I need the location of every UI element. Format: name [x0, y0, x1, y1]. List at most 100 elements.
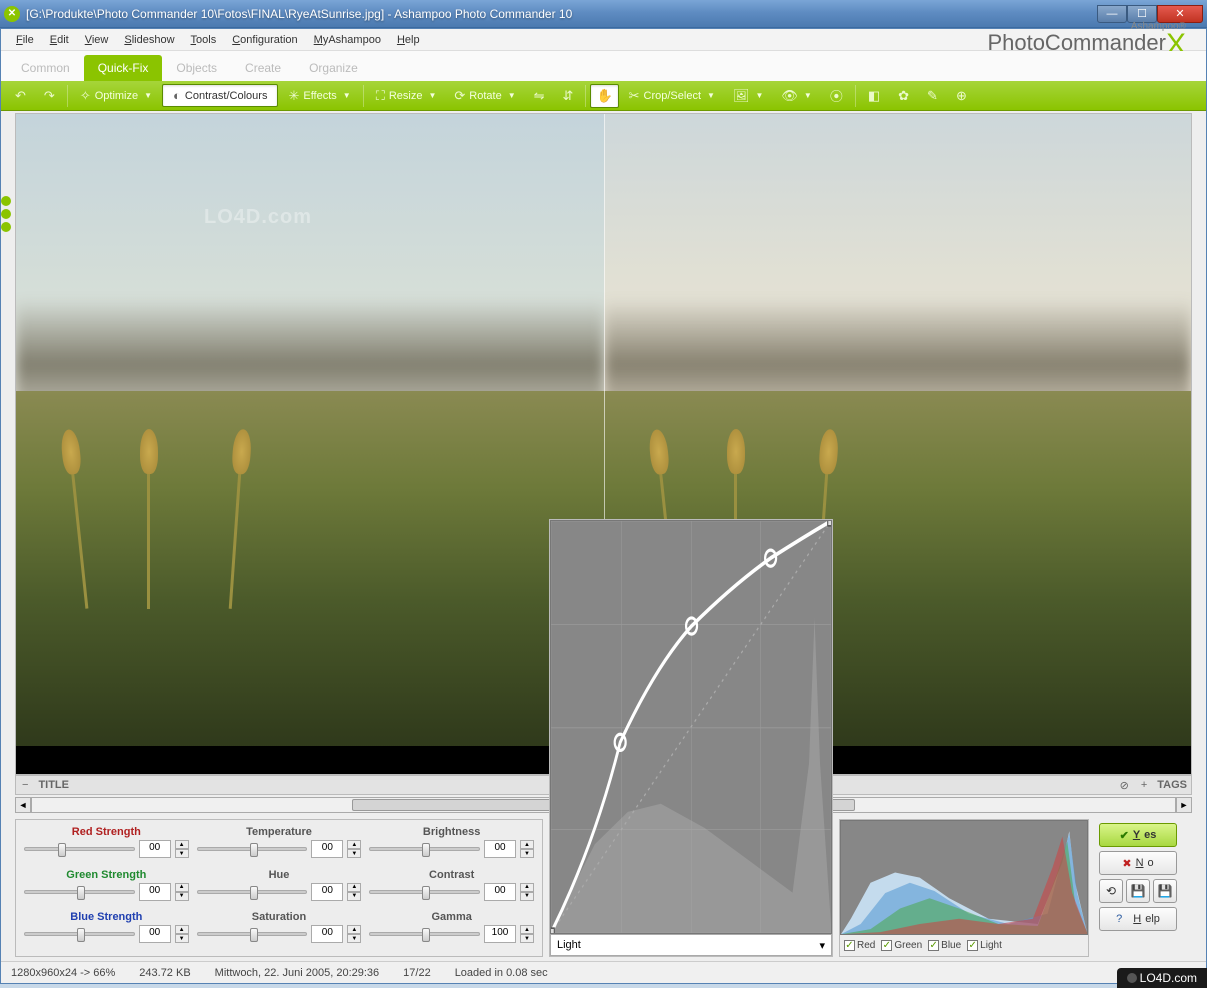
- optimize-button[interactable]: ✧Optimize▼: [72, 84, 160, 108]
- rotate-button[interactable]: ⟳Rotate▼: [446, 84, 523, 108]
- status-index: 17/22: [403, 967, 431, 979]
- contrast-icon: ◐: [173, 88, 181, 103]
- undo-button[interactable]: ↶: [7, 84, 34, 108]
- slider-brightness: Brightness 00▲▼: [365, 824, 538, 867]
- window-close-button[interactable]: ✕: [1157, 5, 1203, 23]
- tone-curve-panel: Light▾: [549, 519, 833, 957]
- preview-before: LO4D.com: [16, 114, 604, 774]
- title-label: TITLE: [34, 779, 73, 791]
- scroll-right-button[interactable]: ►: [1176, 797, 1192, 813]
- wand-icon: ✧: [80, 88, 91, 104]
- title-clear-button[interactable]: ⊘: [1114, 779, 1135, 792]
- brush-button[interactable]: ✎: [919, 84, 946, 108]
- tags-add-button[interactable]: +: [1135, 779, 1153, 792]
- menu-myashampoo[interactable]: MyAshampoo: [307, 32, 388, 48]
- reset-button[interactable]: ⟲: [1099, 879, 1123, 903]
- tab-organize[interactable]: Organize: [295, 55, 372, 81]
- spin-down[interactable]: ▼: [175, 849, 189, 858]
- effects-icon: ✳: [288, 88, 299, 104]
- title-collapse-button[interactable]: −: [16, 779, 34, 791]
- scroll-left-button[interactable]: ◄: [15, 797, 31, 813]
- histogram-check-blue[interactable]: ✓Blue: [928, 940, 961, 951]
- eye-tool-button[interactable]: 👁▼: [773, 84, 819, 108]
- status-dimensions: 1280x960x24 -> 66%: [11, 967, 115, 979]
- no-button[interactable]: ✖No: [1099, 851, 1177, 875]
- tab-objects[interactable]: Objects: [162, 55, 231, 81]
- refresh-icon: ⟲: [1106, 884, 1116, 898]
- eraser-icon: ◧: [868, 88, 880, 104]
- window-maximize-button[interactable]: ☐: [1127, 5, 1157, 23]
- menu-help[interactable]: Help: [390, 32, 427, 48]
- undo-icon: ↶: [15, 88, 26, 104]
- save-as-button[interactable]: 💾: [1153, 879, 1177, 903]
- menu-tools[interactable]: Tools: [184, 32, 224, 48]
- spin-up[interactable]: ▲: [175, 840, 189, 849]
- help-button[interactable]: ? Help: [1099, 907, 1177, 931]
- menubar: File Edit View Slideshow Tools Configura…: [1, 29, 1206, 51]
- help-icon: ?: [1116, 913, 1122, 925]
- redo-button[interactable]: ↷: [36, 84, 63, 108]
- save-icon: 💾: [1131, 884, 1146, 898]
- main-tabs: Common Quick-Fix Objects Create Organize: [1, 51, 1206, 81]
- histogram-panel: ✓Red ✓Green ✓Blue ✓Light: [839, 819, 1089, 957]
- watermark: LO4D.com: [204, 206, 312, 229]
- histogram-check-red[interactable]: ✓Red: [844, 940, 875, 951]
- redeye-tool-button[interactable]: ⦿: [822, 82, 851, 109]
- histogram-check-green[interactable]: ✓Green: [881, 940, 922, 951]
- histogram-check-light[interactable]: ✓Light: [967, 940, 1002, 951]
- left-rail: [1, 193, 13, 235]
- eye-icon: 👁: [781, 88, 798, 104]
- window-title: [G:\Produkte\Photo Commander 10\Fotos\FI…: [26, 7, 1097, 21]
- resize-button[interactable]: ⛶Resize▼: [368, 84, 445, 108]
- workspace: LO4D.com − TITLE ⊘ + TAGS ◄: [1, 111, 1206, 983]
- cross-icon: ✖: [1122, 857, 1131, 870]
- target-icon: ⊕: [956, 88, 967, 104]
- save-button[interactable]: 💾: [1126, 879, 1150, 903]
- menu-view[interactable]: View: [78, 32, 116, 48]
- menu-edit[interactable]: Edit: [43, 32, 76, 48]
- slider-temperature: Temperature 00▲▼: [193, 824, 366, 867]
- tone-curve-canvas[interactable]: [550, 520, 832, 934]
- action-buttons: ✔Yes ✖No ⟲ 💾 💾 ? Help: [1095, 819, 1181, 957]
- brush-icon: ✎: [927, 88, 938, 104]
- image-tool-button[interactable]: 🖼▼: [725, 84, 771, 108]
- flip-v-button[interactable]: ⇵: [555, 84, 582, 108]
- flip-horizontal-icon: ⇋: [534, 88, 545, 104]
- effects-button[interactable]: ✳Effects▼: [280, 84, 358, 108]
- flip-h-button[interactable]: ⇋: [526, 84, 553, 108]
- menu-slideshow[interactable]: Slideshow: [117, 32, 181, 48]
- chevron-down-icon: ▾: [819, 939, 825, 952]
- target-button[interactable]: ⊕: [948, 84, 975, 108]
- sliders-panel: Red Strength 00▲▼ Temperature 00▲▼ Brigh…: [15, 819, 543, 957]
- tab-create[interactable]: Create: [231, 55, 295, 81]
- slider-saturation: Saturation 00▲▼: [193, 909, 366, 952]
- redo-icon: ↷: [44, 88, 55, 104]
- status-filesize: 243.72 KB: [139, 967, 190, 979]
- slider-blue-strength: Blue Strength 00▲▼: [20, 909, 193, 952]
- resize-icon: ⛶: [376, 88, 385, 104]
- clone-button[interactable]: ✿: [890, 84, 917, 108]
- lo4d-badge: LO4D.com: [1117, 968, 1207, 988]
- slider-red-strength: Red Strength 00▲▼: [20, 824, 193, 867]
- tab-common[interactable]: Common: [7, 55, 84, 81]
- hand-tool-button[interactable]: ✋: [590, 84, 618, 108]
- redeye-icon: ⦿: [830, 86, 843, 105]
- yes-button[interactable]: ✔Yes: [1099, 823, 1177, 847]
- flip-vertical-icon: ⇵: [563, 88, 574, 104]
- tab-quick-fix[interactable]: Quick-Fix: [84, 55, 163, 81]
- status-loadtime: Loaded in 0.08 sec: [455, 967, 548, 979]
- image-icon: 🖼: [733, 88, 750, 104]
- curve-preset-select[interactable]: Light▾: [550, 934, 832, 956]
- slider-green-strength: Green Strength 00▲▼: [20, 867, 193, 910]
- slider-hue: Hue 00▲▼: [193, 867, 366, 910]
- quickfix-toolbar: ↶ ↷ ✧Optimize▼ ◐Contrast/Colours ✳Effect…: [1, 81, 1206, 111]
- status-date: Mittwoch, 22. Juni 2005, 20:29:36: [215, 967, 380, 979]
- crop-select-button[interactable]: ✂Crop/Select▼: [621, 84, 723, 108]
- menu-configuration[interactable]: Configuration: [225, 32, 304, 48]
- menu-file[interactable]: File: [9, 32, 41, 48]
- slider-contrast: Contrast 00▲▼: [365, 867, 538, 910]
- contrast-colours-button[interactable]: ◐Contrast/Colours: [162, 84, 278, 107]
- window-minimize-button[interactable]: —: [1097, 5, 1127, 23]
- eraser-button[interactable]: ◧: [860, 84, 888, 108]
- slider-gamma: Gamma 100▲▼: [365, 909, 538, 952]
